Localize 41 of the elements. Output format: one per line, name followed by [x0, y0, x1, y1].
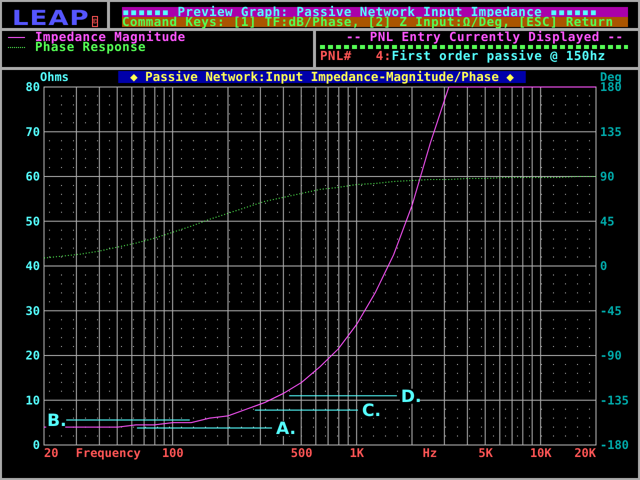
- annotation-label: B.: [46, 410, 67, 431]
- pnl-number: 4:: [376, 51, 392, 61]
- y-tick-label: 10: [26, 393, 40, 408]
- y-tick-label: 70: [26, 124, 40, 139]
- y-tick-label: 80: [26, 80, 40, 94]
- x-tick-label: 20: [44, 446, 58, 460]
- legend-label: Phase Response: [35, 42, 146, 52]
- y2-tick-label: -90: [600, 348, 622, 362]
- y2-tick-label: 135: [600, 124, 622, 139]
- x-tick-label: 500: [290, 446, 312, 460]
- y2-axis-label: Deg: [600, 70, 622, 84]
- pnl-description: First order passive @ 150hz: [392, 51, 606, 61]
- x-axis-label: Frequency: [76, 446, 141, 460]
- annotation-label: A.: [275, 419, 296, 439]
- x-tick-label: 5K: [478, 446, 493, 460]
- y2-tick-label: -180: [600, 438, 629, 452]
- y2-tick-label: -45: [600, 304, 622, 318]
- y2-tick-label: 0: [600, 259, 608, 273]
- y-tick-label: 40: [26, 259, 40, 273]
- y-tick-label: 50: [26, 214, 40, 228]
- logo: LEAP: [12, 8, 90, 28]
- command-keys-bar: Command Keys: [1] TF:dB/Phase, [2] Z Input:Ω/Deg, [ESC] Return: [122, 17, 628, 27]
- y-tick-label: 20: [26, 348, 40, 362]
- y2-tick-label: 45: [600, 214, 614, 228]
- y-axis-label: Ohms: [40, 70, 69, 84]
- panel-heading: -- PNL Entry Currently Displayed --: [345, 32, 624, 42]
- x-axis-unit: Hz: [422, 446, 438, 460]
- y-tick-label: 0: [32, 438, 40, 452]
- pnl-label: PNL#: [320, 51, 352, 61]
- x-tick-label: 1K: [350, 446, 364, 460]
- annotation-label: D.: [400, 386, 422, 407]
- x-tick-label: 100: [162, 446, 184, 460]
- x-tick-label: 20K: [574, 446, 596, 460]
- y-tick-label: 60: [26, 170, 40, 184]
- y2-tick-label: 90: [600, 170, 614, 184]
- chart-title: ◆ Passive Network:Input Impedance-Magnitude/Phase ◆: [118, 70, 526, 84]
- y-tick-label: 30: [26, 304, 40, 318]
- window-title: ▪▪▪▪▪▪ Preview Graph: Passive Network Input Impedance ▪▪▪▪▪▪: [122, 7, 628, 17]
- x-tick-label: 10K: [530, 446, 552, 460]
- legend-label: Impedance Magnitude: [35, 32, 186, 42]
- y2-tick-label: -135: [600, 393, 629, 408]
